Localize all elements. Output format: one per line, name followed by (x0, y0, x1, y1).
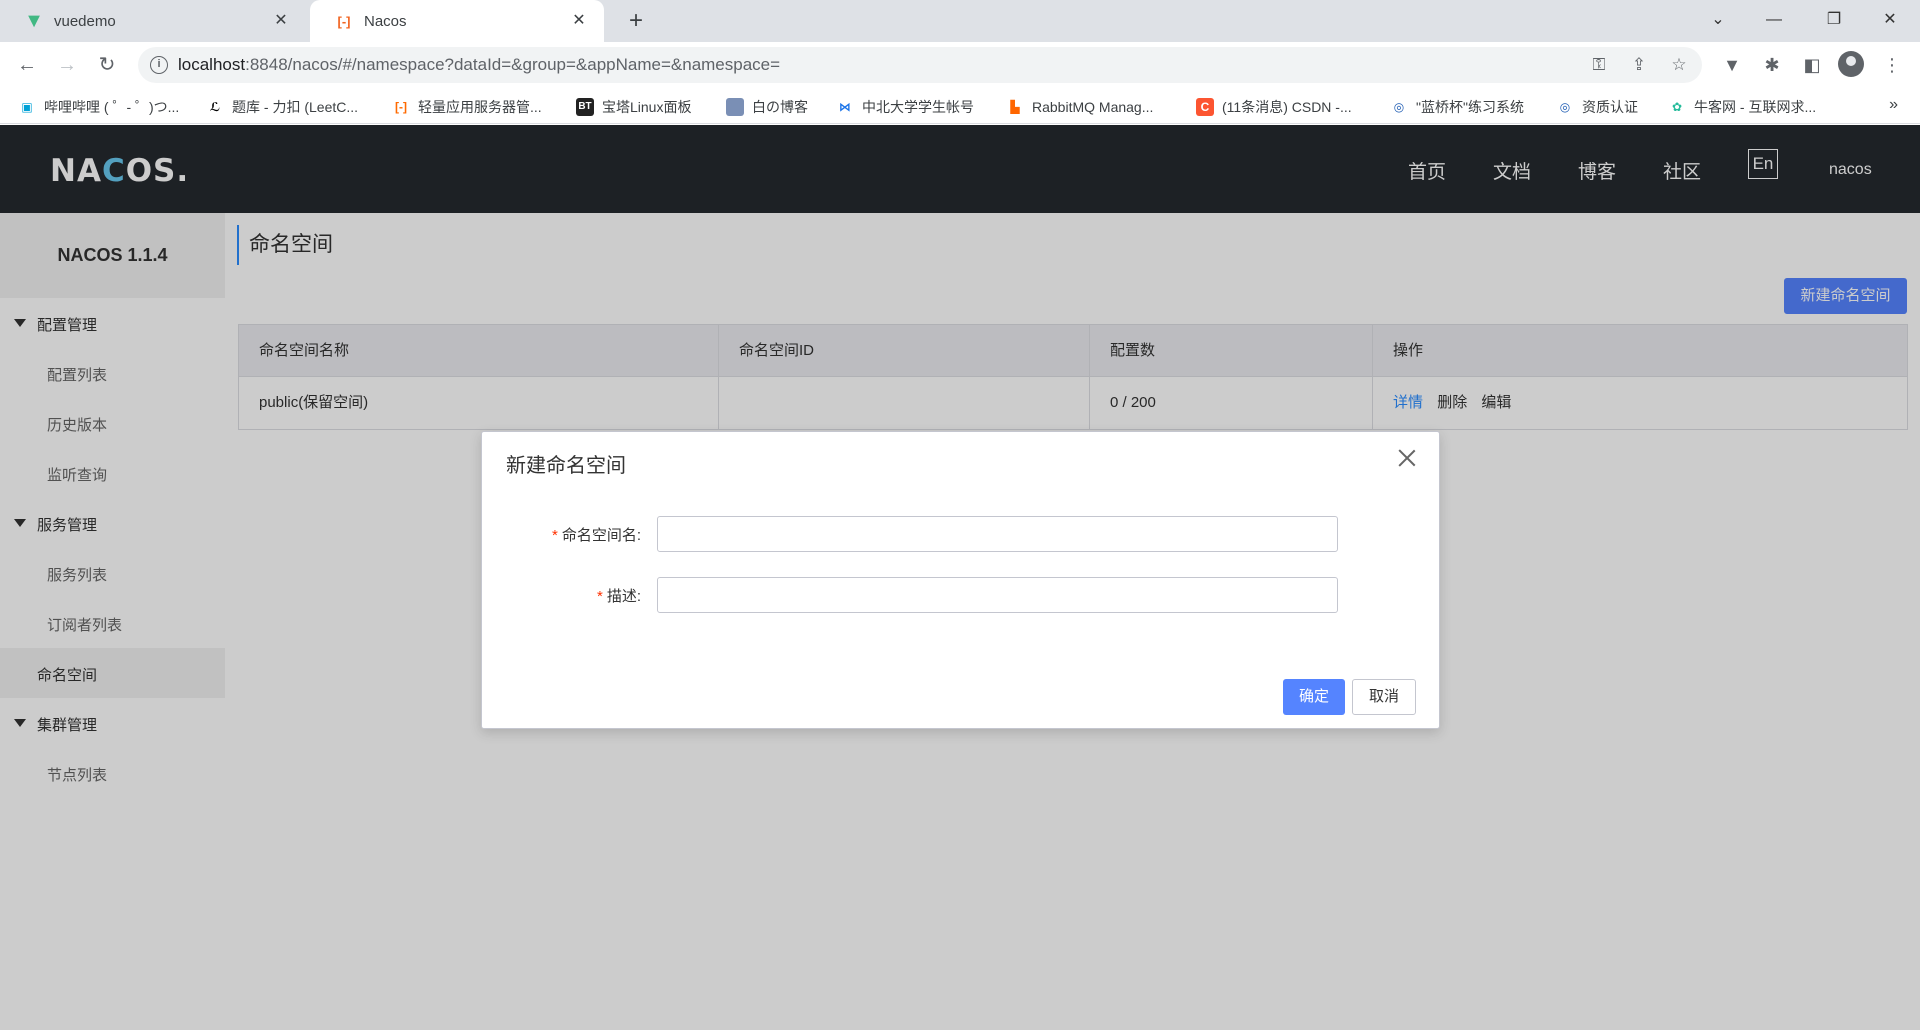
key-icon[interactable]: ⚿ (1586, 53, 1612, 77)
address-bar[interactable]: i localhost:8848/nacos/#/namespace?dataI… (138, 47, 1702, 83)
namespace-name-label: * 命名空间名: (551, 527, 641, 544)
nuc-icon: ⋈ (839, 100, 851, 114)
bookmarks-bar: ▣ 哔哩哔哩 ( ゜- ゜)つ... ℒ 题库 - 力扣 (LeetC... [-]… (0, 88, 1920, 124)
tab-title: Nacos (364, 12, 407, 30)
more-bookmarks-button[interactable]: » (1889, 96, 1898, 114)
bookmark-item[interactable]: ◎ 资质认证 (1556, 96, 1638, 118)
back-icon[interactable]: ← (12, 50, 42, 80)
share-icon[interactable]: ⇪ (1626, 53, 1652, 77)
bookmark-item[interactable]: BT 宝塔Linux面板 (576, 96, 691, 118)
bilibili-icon: ▣ (21, 100, 33, 114)
browser-tabstrip: ▼ vuedemo ✕ [-] Nacos ✕ + ⌄ — ❐ ✕ (0, 0, 1920, 42)
vue-devtools-icon[interactable]: ▼ (1717, 50, 1747, 80)
rabbitmq-icon: ▙ (1010, 100, 1020, 114)
bookmark-item[interactable]: [-] 轻量应用服务器管... (392, 96, 542, 118)
required-marker: * (596, 588, 603, 605)
aliyun-icon: [-] (395, 100, 407, 114)
bookmark-item[interactable]: ℒ 题库 - 力扣 (LeetC... (206, 96, 358, 118)
leetcode-icon: ℒ (209, 100, 221, 114)
nacos-icon: [-] (337, 13, 351, 29)
bookmark-item[interactable]: ▣ 哔哩哔哩 ( ゜- ゜)つ... (18, 96, 179, 118)
browser-toolbar: ← → ↻ i localhost:8848/nacos/#/namespace… (0, 42, 1920, 88)
blog-icon (726, 98, 744, 116)
lanqiao-icon: ◎ (1559, 100, 1571, 114)
reload-icon[interactable]: ↻ (92, 50, 122, 80)
tab-search-icon[interactable]: ⌄ (1690, 0, 1746, 42)
form-row-namespace-name: * 命名空间名: (482, 516, 1441, 552)
description-label: * 描述: (596, 588, 641, 605)
bookmark-item[interactable]: ✿ 牛客网 - 互联网求... (1668, 96, 1816, 118)
browser-tab-vuedemo[interactable]: ▼ vuedemo ✕ (0, 0, 306, 42)
forward-icon[interactable]: → (52, 50, 82, 80)
minimize-button[interactable]: — (1746, 0, 1802, 42)
close-icon[interactable] (1395, 446, 1419, 470)
bookmark-star-icon[interactable]: ☆ (1666, 53, 1692, 77)
dialog-title: 新建命名空间 (506, 455, 626, 477)
required-marker: * (551, 527, 558, 544)
confirm-button[interactable]: 确定 (1283, 679, 1345, 715)
browser-tab-nacos[interactable]: [-] Nacos ✕ (310, 0, 604, 42)
tab-title: vuedemo (54, 12, 116, 30)
close-tab-icon[interactable]: ✕ (270, 10, 292, 32)
vue-icon: ▼ (24, 9, 44, 32)
nowcoder-icon: ✿ (1671, 100, 1683, 114)
bookmark-item[interactable]: ▙ RabbitMQ Manag... (1006, 96, 1153, 118)
menu-icon[interactable]: ⋮ (1877, 50, 1907, 80)
restore-button[interactable]: ❐ (1806, 0, 1862, 42)
description-input[interactable] (657, 577, 1338, 613)
cancel-button[interactable]: 取消 (1352, 679, 1416, 715)
bookmark-item[interactable]: ◎ "蓝桥杯"练习系统 (1390, 96, 1524, 118)
close-tab-icon[interactable]: ✕ (568, 10, 590, 32)
nacos-app: NACOS. 首页 文档 博客 社区 En nacos NACOS 1.1.4 … (0, 125, 1920, 1030)
bt-icon: BT (576, 98, 594, 116)
bookmark-item[interactable]: 白の博客 (726, 96, 808, 118)
csdn-icon: C (1196, 98, 1214, 116)
new-namespace-dialog: 新建命名空间 * 命名空间名: * 描述: 确定 取消 (481, 431, 1440, 729)
bookmark-item[interactable]: ⋈ 中北大学学生帐号 (836, 96, 974, 118)
lanqiao-icon: ◎ (1393, 100, 1405, 114)
close-window-button[interactable]: ✕ (1862, 0, 1918, 42)
bookmark-item[interactable]: C (11条消息) CSDN -... (1196, 96, 1352, 118)
url-text[interactable]: localhost:8848/nacos/#/namespace?dataId=… (178, 55, 780, 75)
form-row-description: * 描述: (482, 577, 1441, 613)
site-info-icon[interactable]: i (150, 56, 168, 74)
extensions-icon[interactable]: ✱ (1757, 50, 1787, 80)
new-tab-button[interactable]: + (622, 8, 650, 36)
profile-avatar[interactable] (1838, 51, 1864, 77)
side-panel-icon[interactable]: ◧ (1797, 50, 1827, 80)
namespace-name-input[interactable] (657, 516, 1338, 552)
